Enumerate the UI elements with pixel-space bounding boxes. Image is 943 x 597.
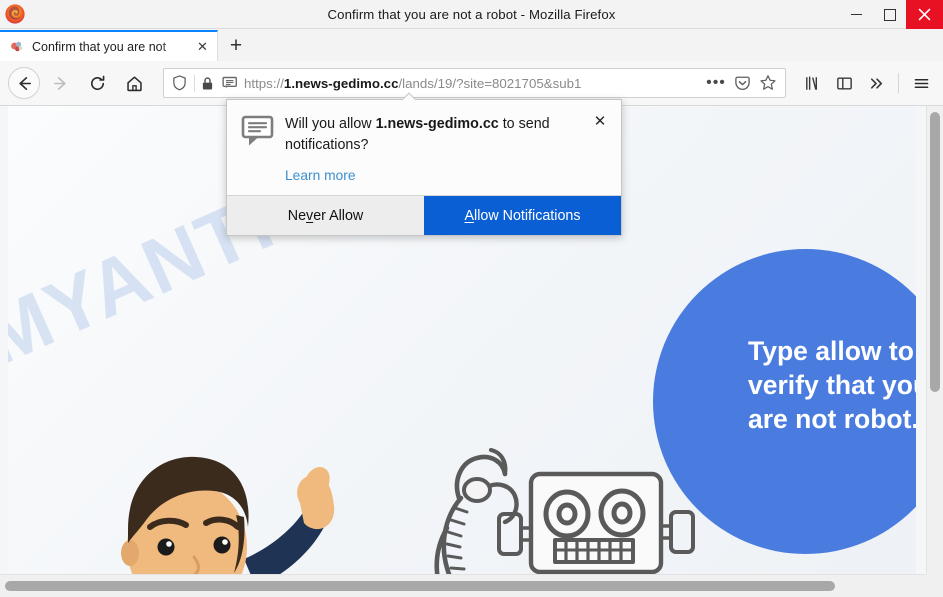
back-button[interactable]	[8, 67, 40, 99]
reload-button[interactable]	[80, 66, 114, 100]
robot-favicon-icon	[11, 41, 23, 51]
tracking-protection-shield-icon[interactable]	[164, 75, 194, 91]
headline-line-3: are not robot.	[748, 404, 916, 434]
star-icon	[760, 75, 776, 90]
firefox-logo-icon	[5, 4, 25, 24]
vertical-scrollbar[interactable]	[926, 106, 943, 574]
connection-lock-icon[interactable]	[195, 76, 219, 91]
notification-permission-icon[interactable]	[219, 76, 241, 91]
learn-more-link[interactable]: Learn more	[285, 168, 356, 183]
url-scheme: https://	[244, 75, 284, 91]
url-subdomain: 1.	[283, 75, 296, 91]
url-path: /lands/19/?site=8021705&sub1	[398, 75, 582, 91]
hand-drawn-robot-illustration: I'm	[434, 447, 695, 576]
horizontal-scrollbar[interactable]	[0, 574, 943, 597]
forward-arrow-icon	[53, 76, 66, 90]
never-allow-button[interactable]: Never Allow	[227, 196, 424, 235]
toolbar-separator	[898, 73, 899, 93]
pocket-button[interactable]	[729, 70, 755, 96]
home-icon	[126, 75, 142, 91]
allow-notifications-label: Allow Notifications	[464, 207, 581, 224]
window-title: Confirm that you are not a robot - Mozil…	[327, 6, 616, 22]
cartoon-man-illustration: I'm not a Robot	[121, 456, 335, 576]
allow-notifications-button[interactable]: Allow Notifications	[424, 196, 621, 235]
popup-message: Will you allow 1.news-gedimo.cc to send …	[285, 114, 583, 156]
app-menu-button[interactable]	[905, 66, 937, 100]
window-controls	[840, 0, 943, 29]
popup-message-host: 1.news-gedimo.cc	[375, 116, 499, 132]
new-tab-button[interactable]: +	[218, 30, 254, 61]
chevron-double-right-icon	[870, 77, 882, 89]
popup-close-icon[interactable]: ✕	[589, 110, 611, 132]
hamburger-menu-icon	[914, 78, 928, 88]
forward-button[interactable]	[43, 66, 77, 100]
never-allow-label: Never Allow	[287, 207, 364, 224]
headline-line-2: verify that you	[748, 370, 916, 400]
home-button[interactable]	[117, 66, 151, 100]
back-arrow-icon	[18, 76, 31, 90]
close-icon	[918, 8, 931, 21]
popup-body: Will you allow 1.news-gedimo.cc to send …	[227, 100, 621, 195]
tab-title: Confirm that you are not	[32, 39, 167, 54]
close-button[interactable]	[906, 0, 943, 29]
urlbar-actions: •••	[703, 70, 785, 96]
scrollbar-corner	[926, 574, 943, 597]
address-bar[interactable]: https://1.news-gedimo.cc/lands/19/?site=…	[163, 68, 786, 98]
sidebar-button[interactable]	[828, 66, 860, 100]
tab-close-icon[interactable]: ✕	[194, 38, 211, 55]
popup-actions: Never Allow Allow Notifications	[227, 195, 621, 235]
pocket-icon	[734, 76, 750, 90]
popup-message-prefix: Will you allow	[285, 116, 376, 132]
url-domain: news-gedimo.cc	[295, 75, 399, 91]
notification-bubble-icon	[241, 114, 279, 185]
page-actions-button[interactable]: •••	[703, 70, 729, 96]
sidebar-icon	[836, 76, 852, 90]
popup-message-block: Will you allow 1.news-gedimo.cc to send …	[279, 114, 609, 185]
overflow-button[interactable]	[860, 66, 892, 100]
library-books-icon	[805, 76, 817, 90]
maximize-button[interactable]	[873, 0, 906, 29]
page-headline: Type allow to verify that you are not ro…	[748, 334, 916, 436]
reload-icon	[90, 75, 104, 90]
vertical-scrollbar-thumb[interactable]	[930, 112, 940, 392]
horizontal-scrollbar-thumb[interactable]	[5, 581, 835, 591]
window-titlebar: Confirm that you are not a robot - Mozil…	[0, 0, 943, 29]
tab-strip: Confirm that you are not ✕ +	[0, 29, 943, 61]
popup-arrow	[403, 92, 417, 100]
headline-line-1: Type allow to	[748, 336, 914, 366]
browser-tab[interactable]: Confirm that you are not ✕	[0, 30, 218, 61]
url-text: https://1.news-gedimo.cc/lands/19/?site=…	[241, 76, 703, 91]
minimize-button[interactable]	[840, 0, 873, 29]
notification-permission-popup: Will you allow 1.news-gedimo.cc to send …	[226, 99, 622, 236]
library-button[interactable]	[796, 66, 828, 100]
bookmark-button[interactable]	[755, 70, 781, 96]
toolbar-right-group	[796, 66, 943, 100]
